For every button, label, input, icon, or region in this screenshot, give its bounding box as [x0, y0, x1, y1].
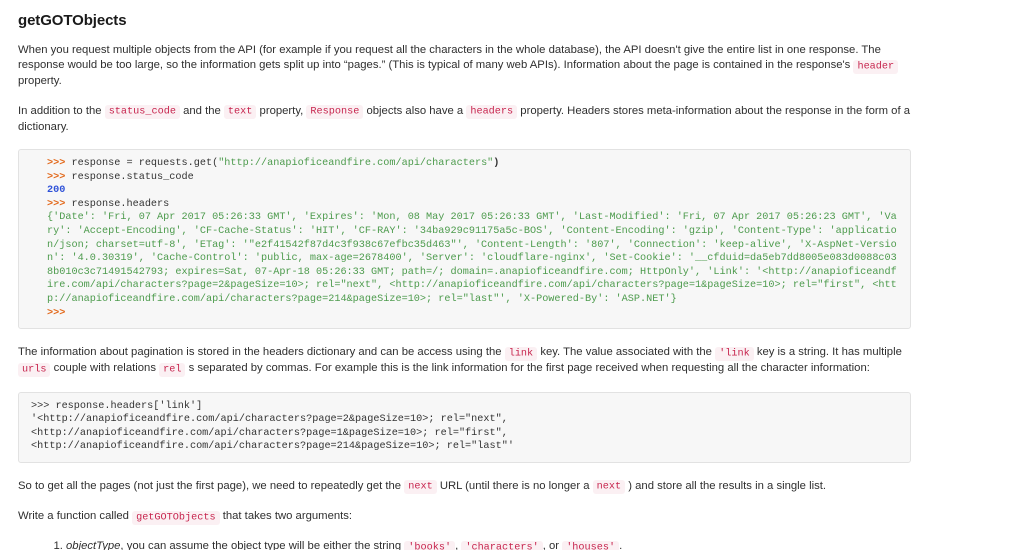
paragraph-text: ) and store all the results in a single …	[628, 479, 827, 492]
paragraph-write-function: Write a function called getGOTObjects th…	[18, 509, 918, 525]
paragraph-text: So to get all the pages (not just the fi…	[18, 479, 402, 492]
list-item-text: , you can assume the object type will be…	[120, 540, 402, 550]
paragraph-text: objects also have a	[366, 104, 464, 117]
repl-prompt-trailing: >>>	[47, 307, 66, 319]
repl-prompt: >>>	[47, 158, 66, 170]
list-item-text: .	[619, 540, 623, 550]
paragraph-link-key: The information about pagination is stor…	[18, 345, 918, 377]
paragraph-text: The information about pagination is stor…	[18, 346, 502, 359]
inline-code-getgotobjects: getGOTObjects	[132, 510, 220, 525]
inline-code-next-1: next	[404, 480, 437, 495]
code-string: "http://anapioficeandfire.com/api/charac…	[218, 158, 494, 170]
code-text: response = requests.get(	[65, 158, 219, 170]
paragraph-text: property,	[259, 104, 304, 117]
inline-code-next-2: next	[592, 480, 626, 495]
inline-code-header: header	[853, 59, 899, 74]
inline-code-text: text	[223, 105, 257, 120]
inline-code-urls: urls	[18, 362, 51, 377]
paragraph-text-tail: property.	[18, 75, 62, 88]
page-title: getGOTObjects	[18, 12, 127, 29]
arguments-list: objectType, you can assume the object ty…	[18, 539, 1006, 550]
paragraph-text: that takes two arguments:	[222, 510, 353, 523]
list-item: objectType, you can assume the object ty…	[66, 539, 911, 550]
paragraph-text: When you request multiple objects from t…	[18, 44, 881, 72]
paragraph-text: s separated by commas. For example this …	[188, 362, 870, 375]
list-item-text: ,	[455, 540, 459, 550]
list-item-text: , or	[542, 540, 560, 550]
paragraph-intro-pagination: When you request multiple objects from t…	[18, 43, 918, 90]
paragraph-get-all-pages: So to get all the pages (not just the fi…	[18, 479, 918, 495]
paragraph-text: URL (until there is no longer a	[439, 479, 590, 492]
paragraph-headers-property: In addition to the status_code and the t…	[18, 104, 918, 135]
code-block-link-header: >>> response.headers['link'] '<http://an…	[18, 391, 911, 463]
inline-code-houses: 'houses'	[562, 540, 620, 550]
code-text: response.status_code	[65, 171, 194, 183]
repl-prompt: >>>	[47, 198, 66, 210]
inline-code-status-code: status_code	[104, 105, 180, 120]
inline-code-headers: headers	[466, 105, 518, 120]
paragraph-text: and the	[183, 104, 221, 117]
code-number: 200	[47, 185, 66, 197]
paragraph-text: key is a string. It has multiple	[756, 346, 902, 359]
argument-name-objecttype: objectType	[66, 540, 121, 550]
inline-code-link: link	[504, 346, 538, 361]
inline-code-characters: 'characters'	[461, 540, 543, 550]
paragraph-text: In addition to the	[18, 104, 102, 117]
paragraph-text: couple with relations	[53, 362, 156, 375]
paragraph-text: Write a function called	[18, 510, 129, 523]
inline-code-response: Response	[306, 105, 364, 120]
repl-prompt: >>>	[47, 171, 66, 183]
inline-code-books: 'books'	[404, 540, 456, 550]
code-block-response-headers: >>> response = requests.get("http://anap…	[18, 149, 911, 330]
paragraph-text: key. The value associated with the	[540, 346, 712, 359]
code-punctuation: )	[493, 158, 500, 170]
code-output-headers-dict: {'Date': 'Fri, 07 Apr 2017 05:26:33 GMT'…	[47, 212, 897, 305]
document-body: getGOTObjects When you request multiple …	[0, 0, 1024, 550]
inline-code-rel: rel	[159, 362, 186, 377]
code-text: response.headers	[65, 198, 170, 210]
inline-code-link-quoted: 'link	[715, 346, 754, 361]
